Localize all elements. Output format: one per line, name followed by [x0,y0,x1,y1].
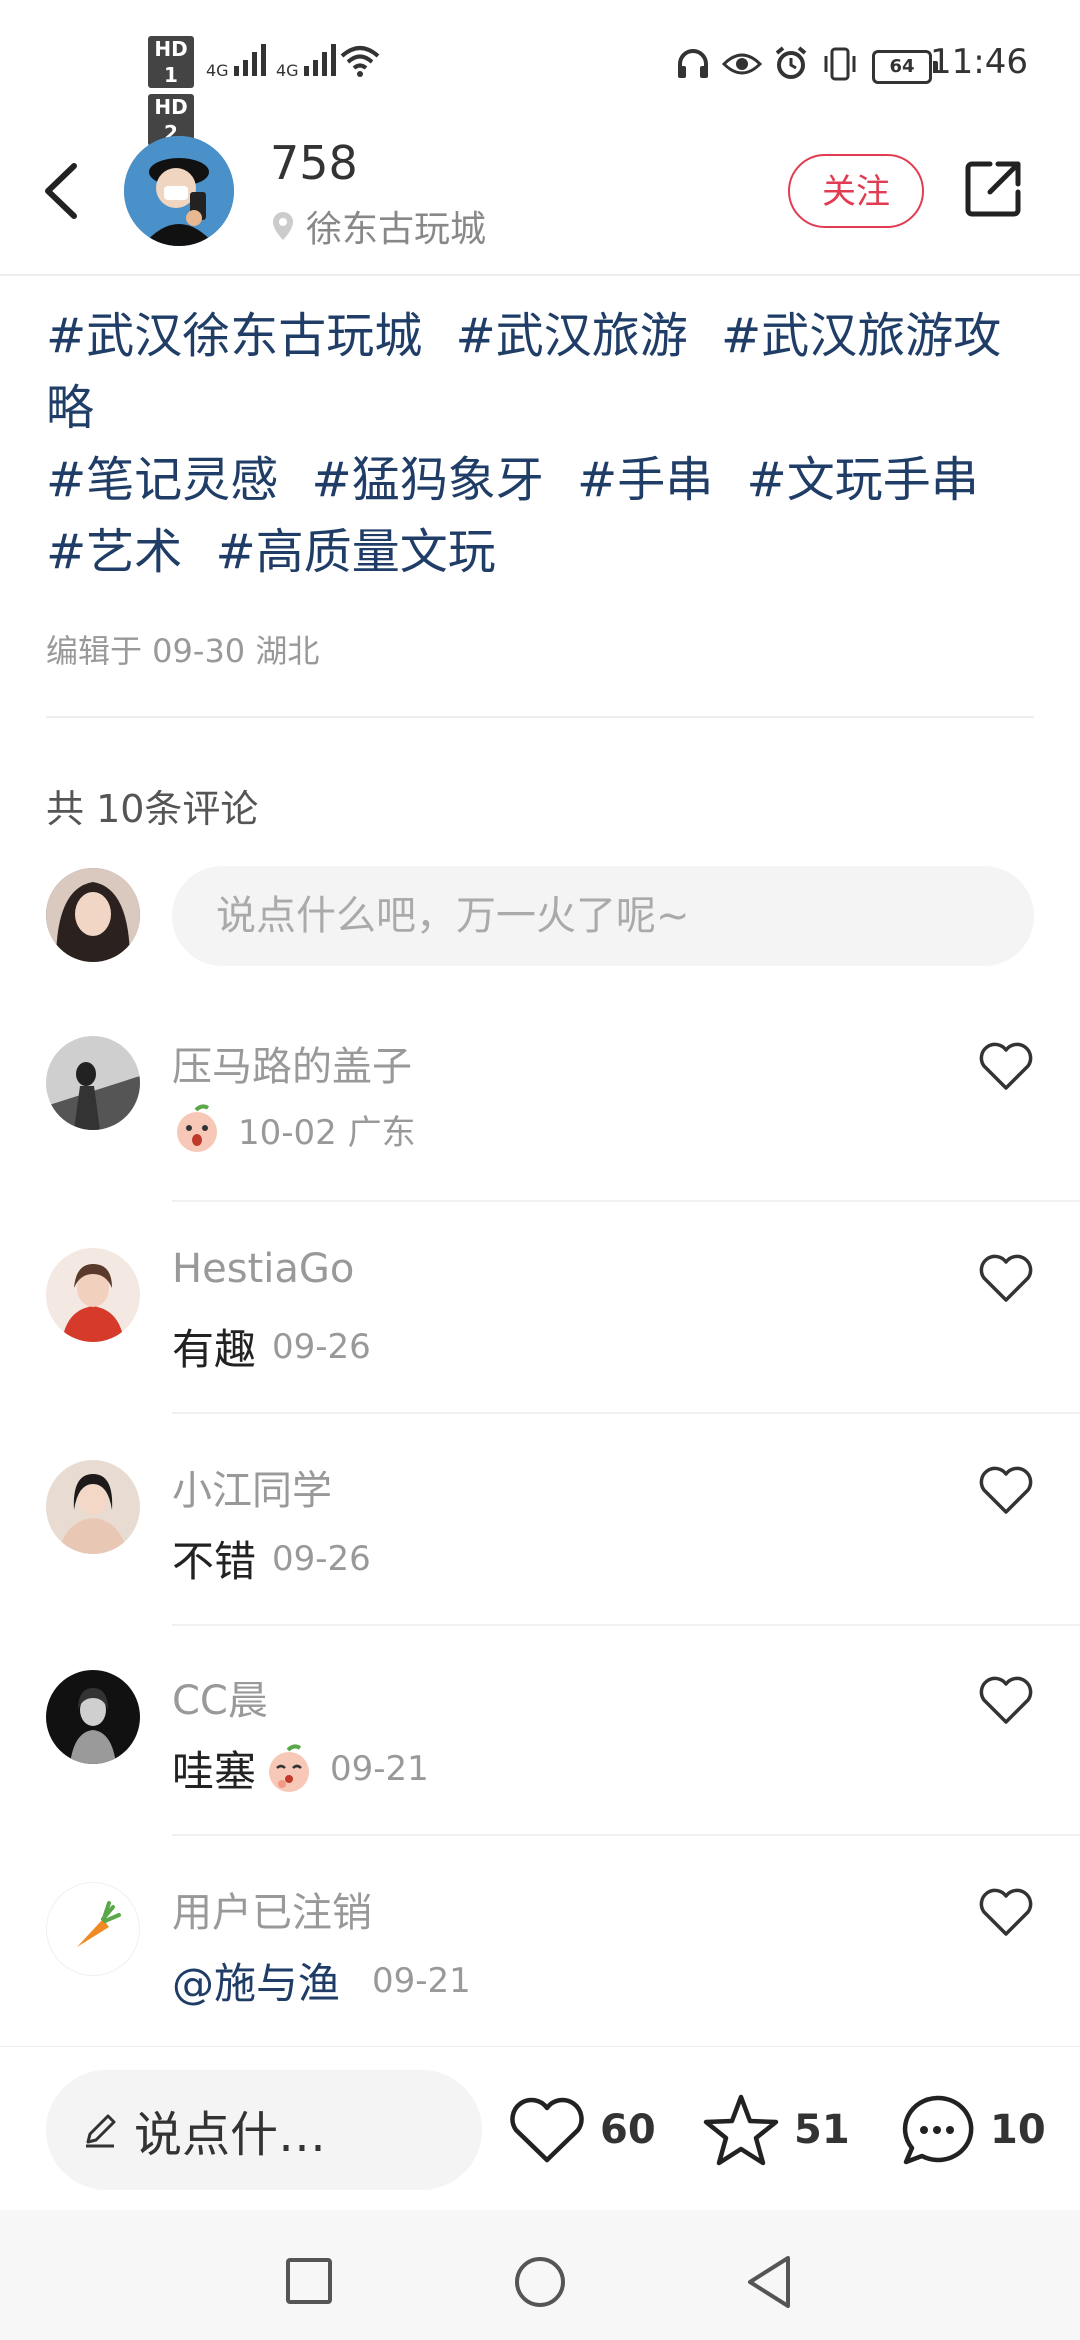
network-type-2: 4G [276,61,299,80]
commenter-avatar[interactable] [46,1460,140,1554]
comment-text: 不错 [172,1537,257,1586]
author-username[interactable]: 758 [270,136,358,190]
like-action[interactable]: 60 [508,2094,656,2166]
edited-info: 编辑于 09-30 湖北 [46,632,320,670]
commenter-name[interactable]: 用户已注销 [172,1880,372,1938]
like-heart-icon[interactable] [978,1886,1034,1938]
location-label: 徐东古玩城 [306,209,487,250]
carrot-icon [77,1901,121,1947]
tag-link[interactable]: #笔记灵感 [46,452,278,508]
like-heart-icon[interactable] [978,1464,1034,1516]
commenter-avatar[interactable] [46,1882,140,1976]
battery-icon: 64 [872,50,938,84]
commenter-name[interactable]: 小江同学 [172,1458,332,1516]
commenter-name[interactable]: HestiaGo [172,1246,354,1292]
eye-icon [722,53,762,75]
signal-bars-icon [303,42,336,76]
comment-divider [172,1624,1080,1626]
comment-date: 09-26 [272,1326,371,1367]
commenter-avatar[interactable] [46,1670,140,1764]
mention-link[interactable]: @施与渔 [172,1950,340,2011]
pencil-icon [86,2114,116,2148]
header-divider [0,274,1080,276]
comment-total: 10 [990,2107,1046,2153]
tag-link[interactable]: #手串 [577,452,713,508]
network-type-1: 4G [206,61,229,80]
commenter-avatar[interactable] [46,1248,140,1342]
share-icon[interactable] [962,158,1024,220]
status-bar: HD 1 HD 2 4G 4G 64 11:46 [0,0,1080,146]
like-heart-icon[interactable] [978,1252,1034,1304]
tag-link[interactable]: #猛犸象牙 [312,452,544,508]
bottom-input-label: 说点什… [134,2107,327,2163]
heart-icon [510,2097,584,2163]
comment-body: 哇塞 09-21 [172,1738,429,1799]
signal-bars-icon [233,42,266,76]
comment-count: 共 10条评论 [46,787,259,831]
wifi-icon [340,46,380,77]
author-avatar[interactable] [124,136,234,246]
back-icon[interactable] [38,160,84,222]
bottom-comment-input[interactable]: 说点什… [46,2070,482,2190]
post-divider [46,716,1034,718]
tag-link[interactable]: #艺术 [46,524,182,580]
comment-text: 有趣 [172,1325,257,1374]
comment-body: 有趣 09-26 [172,1316,371,1377]
like-heart-icon[interactable] [978,1040,1034,1092]
comment-text: 哇塞 [172,1747,257,1796]
status-time: 11:46 [930,42,1028,82]
commenter-name[interactable]: CC晨 [172,1668,268,1726]
headphones-icon [678,49,708,78]
comment-divider [172,1834,1080,1836]
comment-body: @施与渔 09-21 [172,1950,471,2011]
post-tags: #武汉徐东古玩城 #武汉旅游 #武汉旅游攻略 #笔记灵感 #猛犸象牙 #手串 #… [46,300,1046,588]
back-nav-icon[interactable] [744,2254,794,2310]
peach-face-icon [269,1743,310,1792]
system-nav-bar [0,2210,1080,2340]
sim-badges: HD 1 HD 2 [148,36,194,152]
location-pin-icon [273,212,293,240]
recent-apps-icon[interactable] [284,2256,334,2306]
commenter-avatar[interactable] [46,1036,140,1130]
comment-action[interactable]: 10 [898,2092,1046,2168]
comment-date: 09-21 [372,1960,471,2001]
comment-date: 09-21 [330,1748,429,1789]
comment-date: 10-02 广东 [238,1112,416,1153]
comment-input[interactable]: 说点什么吧，万一火了呢~ [172,866,1034,966]
comment-divider [172,1412,1080,1414]
comment-divider [172,1200,1080,1202]
signal-1: 4G [206,42,266,80]
tag-link[interactable]: #武汉旅游 [456,308,688,364]
comment-body: 不错 09-26 [172,1528,371,1589]
tag-link[interactable]: #高质量文玩 [216,524,496,580]
post-location[interactable]: 徐东古玩城 [270,200,486,252]
commenter-name[interactable]: 压马路的盖子 [172,1034,412,1092]
tag-link[interactable]: #武汉徐东古玩城 [46,308,422,364]
signal-2: 4G [276,42,336,80]
sim-badge-1: HD 1 [148,36,194,88]
follow-button[interactable]: 关注 [788,154,924,228]
vibrate-icon [824,47,856,81]
star-icon [703,2094,779,2166]
favorite-action[interactable]: 51 [702,2092,850,2168]
chat-bubble-icon [902,2095,974,2165]
home-icon[interactable] [512,2254,568,2310]
like-heart-icon[interactable] [978,1674,1034,1726]
peach-face-icon [177,1104,217,1152]
my-avatar [46,868,140,962]
comment-body: 10-02 广东 [172,1104,416,1154]
like-count: 60 [600,2107,656,2153]
favorite-count: 51 [794,2107,850,2153]
comment-date: 09-26 [272,1538,371,1579]
alarm-icon [775,46,807,79]
tag-link[interactable]: #文玩手串 [747,452,979,508]
